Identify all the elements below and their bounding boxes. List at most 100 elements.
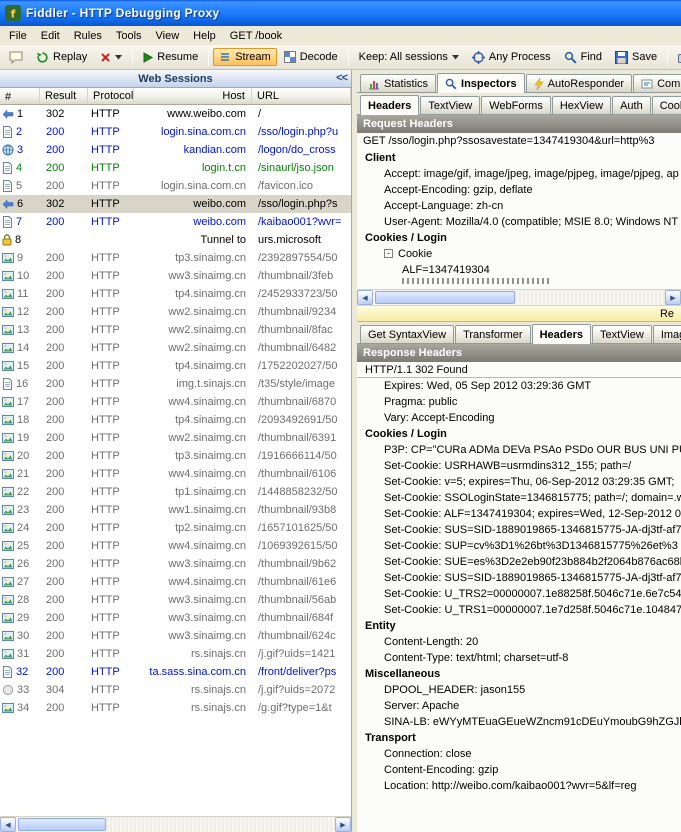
scroll-right-arrow-icon[interactable]: ▶ — [665, 290, 681, 305]
header-line[interactable]: Pragma: public — [357, 394, 681, 410]
remove-sessions-button[interactable] — [94, 49, 128, 66]
column-header-protocol[interactable]: Protocol — [88, 88, 134, 104]
header-line[interactable]: Accept-Language: zh-cn — [357, 198, 681, 214]
session-row[interactable]: 13200HTTPww2.sinaimg.cn/thumbnail/8fac — [0, 321, 351, 339]
menu-file[interactable]: File — [2, 28, 34, 44]
header-line[interactable]: Content-Length: 20 — [357, 634, 681, 650]
session-row[interactable]: 28200HTTPww3.sinaimg.cn/thumbnail/56ab — [0, 591, 351, 609]
session-row[interactable]: 19200HTTPww2.sinaimg.cn/thumbnail/6391 — [0, 429, 351, 447]
tab-composer[interactable]: Composer — [633, 74, 681, 92]
header-line[interactable]: Accept-Encoding: gzip, deflate — [357, 182, 681, 198]
header-line[interactable]: SINA-LB: eWYyMTEuaGEueWZncm91cDEuYmoubG9… — [357, 714, 681, 730]
any-process-button[interactable]: Any Process — [466, 48, 557, 67]
session-row[interactable]: 16200HTTPimg.t.sinajs.cn/t35/style/image — [0, 375, 351, 393]
resume-button[interactable]: Resume — [137, 48, 204, 66]
header-line[interactable]: P3P: CP="CURa ADMa DEVa PSAo PSDo OUR BU… — [357, 442, 681, 458]
tab-resp-transformer[interactable]: Transformer — [455, 325, 531, 343]
response-status-line[interactable]: HTTP/1.1 302 Found — [357, 362, 681, 378]
header-line[interactable]: Accept: image/gif, image/jpeg, image/pjp… — [357, 166, 681, 182]
request-line[interactable]: GET /sso/login.php?ssosavestate=13474193… — [357, 133, 681, 150]
session-row[interactable]: 7200HTTPweibo.com/kaibao001?wvr= — [0, 213, 351, 231]
scrollbar-track[interactable] — [16, 817, 335, 832]
session-row[interactable]: 31200HTTPrs.sinajs.cn/j.gif?uids=1421 — [0, 645, 351, 663]
collapse-panel-button[interactable]: << — [336, 72, 347, 84]
headers-section-title[interactable]: Client — [357, 150, 681, 166]
header-line[interactable]: Set-Cookie: SUS=SID-1889019865-134681577… — [357, 570, 681, 586]
header-line[interactable]: Set-Cookie: U_TRS1=00000007.1e7d258f.504… — [357, 602, 681, 618]
session-row[interactable]: 14200HTTPww2.sinaimg.cn/thumbnail/6482 — [0, 339, 351, 357]
header-line[interactable]: Vary: Accept-Encoding — [357, 410, 681, 426]
header-line[interactable]: Server: Apache — [357, 698, 681, 714]
menu-rules[interactable]: Rules — [67, 28, 109, 44]
tab-req-hexview[interactable]: HexView — [552, 96, 611, 114]
tab-statistics[interactable]: Statistics — [360, 74, 436, 92]
save-button[interactable]: Save — [609, 48, 663, 67]
headers-section-title[interactable]: Cookies / Login — [357, 230, 681, 246]
session-row[interactable]: 27200HTTPww4.sinaimg.cn/thumbnail/61e6 — [0, 573, 351, 591]
replay-button[interactable]: Replay — [30, 48, 93, 67]
session-row[interactable]: 24200HTTPtp2.sinaimg.cn/1657101625/50 — [0, 519, 351, 537]
menu-help[interactable]: Help — [186, 28, 223, 44]
scrollbar-track[interactable] — [373, 290, 665, 305]
header-line[interactable]: Set-Cookie: SUE=es%3D2e2eb90f23b884b2f20… — [357, 554, 681, 570]
session-row[interactable]: 22200HTTPtp1.sinaimg.cn/1448858232/50 — [0, 483, 351, 501]
header-line[interactable]: Set-Cookie: SUP=cv%3D1%26bt%3D1346815775… — [357, 538, 681, 554]
session-row[interactable]: 9200HTTPtp3.sinaimg.cn/2392897554/50 — [0, 249, 351, 267]
header-line[interactable]: Set-Cookie: v=5; expires=Thu, 06-Sep-201… — [357, 474, 681, 490]
header-line[interactable]: Content-Type: text/html; charset=utf-8 — [357, 650, 681, 666]
header-line[interactable]: Expires: Wed, 05 Sep 2012 03:29:36 GMT — [357, 378, 681, 394]
session-row[interactable]: 26200HTTPww3.sinaimg.cn/thumbnail/9b62 — [0, 555, 351, 573]
session-row[interactable]: 15200HTTPtp4.sinaimg.cn/1752202027/50 — [0, 357, 351, 375]
headers-section-title[interactable]: Entity — [357, 618, 681, 634]
header-line[interactable]: User-Agent: Mozilla/4.0 (compatible; MSI… — [357, 214, 681, 230]
headers-section-title[interactable]: Transport — [357, 730, 681, 746]
headers-section-title[interactable]: Cookies / Login — [357, 426, 681, 442]
stream-button[interactable]: Stream — [213, 48, 276, 66]
tab-req-auth[interactable]: Auth — [612, 96, 651, 114]
menu-view[interactable]: View — [149, 28, 187, 44]
session-row[interactable]: 10200HTTPww3.sinaimg.cn/thumbnail/3feb — [0, 267, 351, 285]
session-row[interactable]: 12200HTTPww2.sinaimg.cn/thumbnail/9234 — [0, 303, 351, 321]
session-row[interactable]: 32200HTTPta.sass.sina.com.cn/front/deliv… — [0, 663, 351, 681]
tab-req-cookies[interactable]: Cookies — [652, 96, 681, 114]
session-row[interactable]: 23200HTTPww1.sinaimg.cn/thumbnail/93b8 — [0, 501, 351, 519]
session-row[interactable]: 30200HTTPww3.sinaimg.cn/thumbnail/624c — [0, 627, 351, 645]
screenshot-button[interactable] — [672, 49, 681, 66]
session-row[interactable]: 20200HTTPtp3.sinaimg.cn/1916666114/50 — [0, 447, 351, 465]
header-line[interactable]: Set-Cookie: SUS=SID-1889019865-134681577… — [357, 522, 681, 538]
column-header-number[interactable]: # — [0, 88, 40, 104]
session-row[interactable]: 29200HTTPww3.sinaimg.cn/thumbnail/684f — [0, 609, 351, 627]
tab-resp-get-syntaxview[interactable]: Get SyntaxView — [360, 325, 454, 343]
session-row[interactable]: 1302HTTPwww.weibo.com/ — [0, 105, 351, 123]
header-line[interactable]: Set-Cookie: USRHAWB=usrmdins312_155; pat… — [357, 458, 681, 474]
session-row[interactable]: 18200HTTPtp4.sinaimg.cn/2093492691/50 — [0, 411, 351, 429]
column-header-host[interactable]: Host — [134, 88, 252, 104]
tab-req-textview[interactable]: TextView — [420, 96, 480, 114]
session-row[interactable]: 11200HTTPtp4.sinaimg.cn/2452933723/50 — [0, 285, 351, 303]
column-header-result[interactable]: Result — [40, 88, 88, 104]
menu-get-book[interactable]: GET /book — [223, 28, 289, 44]
session-row[interactable]: 25200HTTPww4.sinaimg.cn/1069392615/50 — [0, 537, 351, 555]
session-row[interactable]: 3200HTTPkandian.com/logon/do_cross — [0, 141, 351, 159]
keep-sessions-dropdown[interactable]: Keep: All sessions — [353, 48, 465, 66]
tab-autoresponder[interactable]: AutoResponder — [526, 74, 632, 92]
header-line[interactable]: Content-Encoding: gzip — [357, 762, 681, 778]
scroll-left-arrow-icon[interactable]: ◀ — [0, 817, 16, 832]
tab-req-headers[interactable]: Headers — [360, 95, 419, 115]
scrollbar-thumb[interactable] — [375, 291, 515, 304]
headers-section-title[interactable]: Miscellaneous — [357, 666, 681, 682]
decode-button[interactable]: Decode — [278, 48, 344, 66]
scrollbar-thumb[interactable] — [18, 818, 106, 831]
comment-button[interactable] — [3, 48, 29, 67]
header-line[interactable]: Connection: close — [357, 746, 681, 762]
menu-tools[interactable]: Tools — [109, 28, 149, 44]
session-row[interactable]: 4200HTTPlogin.t.cn/sinaurl/jso.json — [0, 159, 351, 177]
session-row[interactable]: 5200HTTPlogin.sina.com.cn/favicon.ico — [0, 177, 351, 195]
session-row[interactable]: 8Tunnel tours.microsoft — [0, 231, 351, 249]
tab-inspectors[interactable]: Inspectors — [437, 73, 525, 93]
session-row[interactable]: 33304HTTPrs.sinajs.cn/j.gif?uids=2072 — [0, 681, 351, 699]
session-row[interactable]: 6302HTTPweibo.com/sso/login.php?s — [0, 195, 351, 213]
scroll-right-arrow-icon[interactable]: ▶ — [335, 817, 351, 832]
header-line[interactable]: Set-Cookie: ALF=1347419304; expires=Wed,… — [357, 506, 681, 522]
find-button[interactable]: Find — [558, 48, 608, 67]
